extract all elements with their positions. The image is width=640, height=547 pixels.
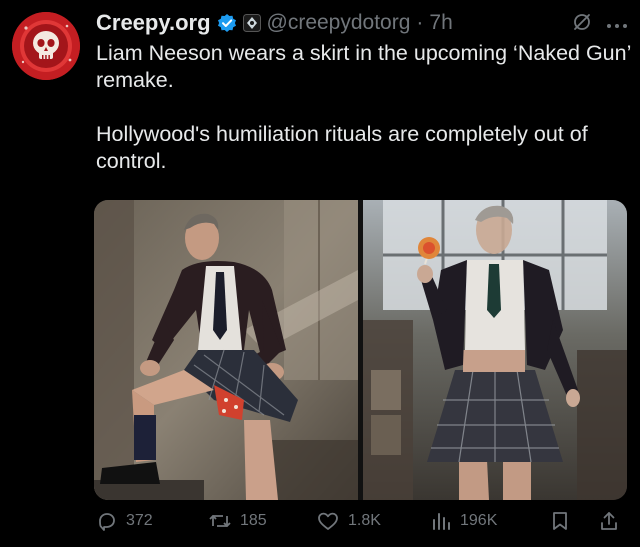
handle[interactable]: @creepydotorg: [267, 11, 411, 35]
heart-icon: [318, 512, 338, 530]
tweet-header: Creepy.org @creepydotorg · 7h: [96, 8, 453, 38]
grok-icon[interactable]: [572, 12, 592, 37]
separator-dot: ·: [416, 11, 424, 34]
more-options-icon[interactable]: [606, 16, 628, 34]
display-name[interactable]: Creepy.org: [96, 10, 211, 36]
bookmark-button[interactable]: [550, 510, 570, 532]
tweet[interactable]: Creepy.org @creepydotorg · 7h Liam Neeso…: [0, 0, 640, 547]
reply-count: 372: [126, 512, 153, 529]
bookmark-icon: [553, 512, 567, 530]
views-count: 196K: [460, 512, 498, 529]
share-button[interactable]: [598, 510, 620, 532]
reply-icon: [99, 513, 115, 531]
media-grid[interactable]: [94, 200, 627, 500]
like-button[interactable]: 1.8K: [316, 510, 381, 532]
skull-logo-icon: [12, 12, 80, 80]
avatar[interactable]: [12, 12, 80, 80]
verified-badge-icon[interactable]: [217, 13, 237, 33]
like-count: 1.8K: [348, 512, 381, 529]
views-button[interactable]: 196K: [430, 510, 497, 532]
photo-man-in-cardigan-and-plaid-skirt-standing[interactable]: [94, 200, 358, 500]
repost-icon: [209, 515, 231, 527]
tweet-text-line-2: Hollywood's humiliation rituals are comp…: [96, 122, 588, 173]
affiliate-badge-icon[interactable]: [242, 14, 261, 32]
action-bar: 372 185 1.8K 196K: [96, 510, 626, 540]
repost-button[interactable]: 185: [208, 510, 267, 532]
header-actions: [572, 12, 628, 37]
tweet-text: Liam Neeson wears a skirt in the upcomin…: [96, 40, 631, 175]
reply-button[interactable]: 372: [96, 510, 153, 532]
repost-count: 185: [240, 512, 267, 529]
share-icon: [601, 512, 617, 530]
photo-man-in-plaid-skirt-holding-lollipop[interactable]: [363, 200, 627, 500]
views-chart-icon: [433, 513, 450, 530]
timestamp[interactable]: 7h: [429, 11, 452, 35]
tweet-text-line-1: Liam Neeson wears a skirt in the upcomin…: [96, 41, 631, 92]
